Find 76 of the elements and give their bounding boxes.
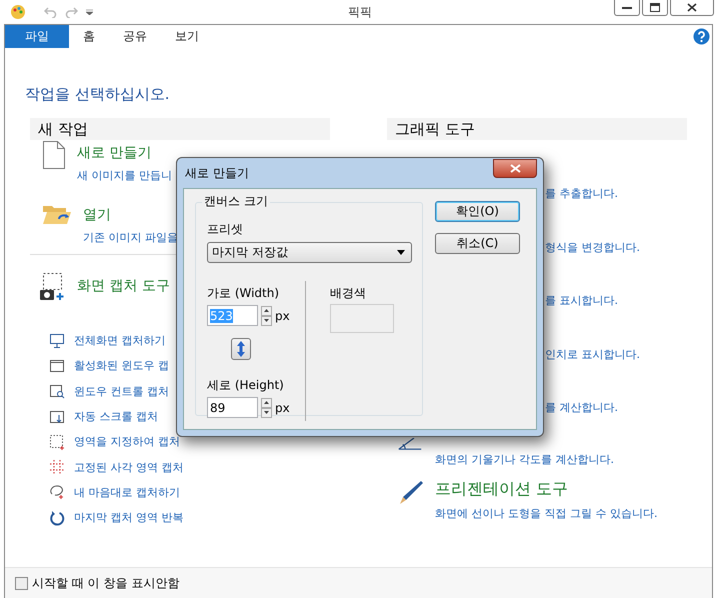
repeat-capture-icon xyxy=(49,510,65,526)
document-icon xyxy=(42,140,66,170)
field-label: 세로 (Height) xyxy=(207,377,285,394)
tool-description: 화면에 선이나 도형을 직접 그릴 수 있습니다. xyxy=(435,506,658,521)
height-input[interactable]: 89 xyxy=(207,397,258,418)
tool-title[interactable]: 프리젠테이션 도구 xyxy=(435,479,658,500)
spin-up-button[interactable] xyxy=(261,306,272,316)
unit-label: px xyxy=(275,308,290,322)
field-label: 배경색 xyxy=(330,285,367,302)
capture-link[interactable]: 영역을 지정하여 캡처 xyxy=(74,434,180,450)
tool-description: 를 추출합니다. xyxy=(545,186,619,201)
action-description: 기존 이미지 파일을 xyxy=(83,230,178,245)
action-title[interactable]: 열기 xyxy=(83,206,178,224)
preset-dropdown[interactable]: 마지막 저장값 xyxy=(207,242,412,263)
capture-link[interactable]: 윈도우 컨트롤 캡처 xyxy=(74,384,169,399)
spin-down-button[interactable] xyxy=(261,408,272,418)
field-label: 가로 (Width) xyxy=(207,285,280,302)
section-heading: 그래픽 도구 xyxy=(387,118,687,140)
caret-icon xyxy=(397,250,405,255)
color-swatch[interactable] xyxy=(330,304,394,333)
close-icon xyxy=(687,3,697,12)
up-arrow-icon xyxy=(264,309,269,312)
tool-description: 를 표시합니다. xyxy=(545,293,619,308)
maximize-button[interactable] xyxy=(642,0,668,16)
spin-up-button[interactable] xyxy=(261,398,272,408)
up-arrow-icon xyxy=(264,401,269,404)
tool-description: 화면의 기울기나 각도를 계산합니다. xyxy=(435,452,614,466)
tool-description: 를 계산합니다. xyxy=(545,400,619,415)
unit-label: px xyxy=(275,400,290,414)
capture-link[interactable]: 내 마음대로 캡처하기 xyxy=(74,484,180,500)
down-arrow-icon xyxy=(264,411,269,414)
section-heading: 새 작업 xyxy=(30,118,330,140)
dialog-title: 새로 만들기 xyxy=(185,164,249,182)
field-label: 프리셋 xyxy=(207,221,244,238)
window-capture-icon xyxy=(49,358,65,374)
fixed-capture-icon xyxy=(49,459,65,476)
capture-link[interactable]: 마지막 캡처 영역 반복 xyxy=(74,510,184,526)
capture-link[interactable]: 자동 스크롤 캡처 xyxy=(74,409,158,424)
menu-tab[interactable]: 보기 xyxy=(161,25,213,48)
double-arrow-icon xyxy=(236,341,246,357)
close-icon xyxy=(510,164,520,173)
menu-tab[interactable]: 홈 xyxy=(69,25,109,48)
spin-down-button[interactable] xyxy=(261,316,272,326)
dialog-button[interactable]: 확인(O) xyxy=(435,201,520,222)
group-label: 캔버스 크기 xyxy=(202,194,270,209)
minimize-icon xyxy=(622,6,632,8)
control-capture-icon xyxy=(49,383,65,400)
dropdown-arrow-icon[interactable] xyxy=(86,9,93,15)
dialog-button[interactable]: 취소(C) xyxy=(435,233,520,254)
menu-tab[interactable]: 공유 xyxy=(109,25,161,48)
close-button[interactable] xyxy=(670,0,714,16)
freehand-capture-icon xyxy=(49,484,65,500)
capture-link[interactable]: 고정된 사각 영역 캡처 xyxy=(74,460,184,475)
checkbox[interactable] xyxy=(15,576,28,590)
prompt-text: 작업을 선택하십시오. xyxy=(25,85,171,104)
scroll-capture-icon xyxy=(49,408,65,425)
region-capture-icon xyxy=(49,434,65,450)
tool-description: 형식을 변경합니다. xyxy=(545,240,641,254)
action-title[interactable]: 화면 캡처 도구 xyxy=(77,277,170,295)
action-description: 새 이미지를 만듭니 xyxy=(77,168,172,183)
maximize-icon xyxy=(650,3,660,12)
help-icon[interactable] xyxy=(693,28,710,45)
action-title[interactable]: 새로 만들기 xyxy=(77,144,172,162)
menu-tab[interactable]: 파일 xyxy=(5,25,69,48)
fullscreen-capture-icon xyxy=(49,332,65,349)
capture-link[interactable]: 전체화면 캡처하기 xyxy=(74,333,166,348)
aspect-lock-button[interactable] xyxy=(231,338,251,360)
tool-description: 인치로 표시합니다. xyxy=(545,346,641,362)
window-title: 픽픽 xyxy=(348,4,372,18)
capture-link[interactable]: 활성화된 윈도우 캡 xyxy=(74,358,169,374)
down-arrow-icon xyxy=(264,319,269,322)
palette-icon[interactable] xyxy=(10,4,26,20)
close-button[interactable] xyxy=(493,159,537,178)
checkbox-label[interactable]: 시작할 때 이 창을 표시안함 xyxy=(32,574,180,592)
capture-tool-icon xyxy=(40,273,66,301)
minimize-button[interactable] xyxy=(614,0,640,16)
